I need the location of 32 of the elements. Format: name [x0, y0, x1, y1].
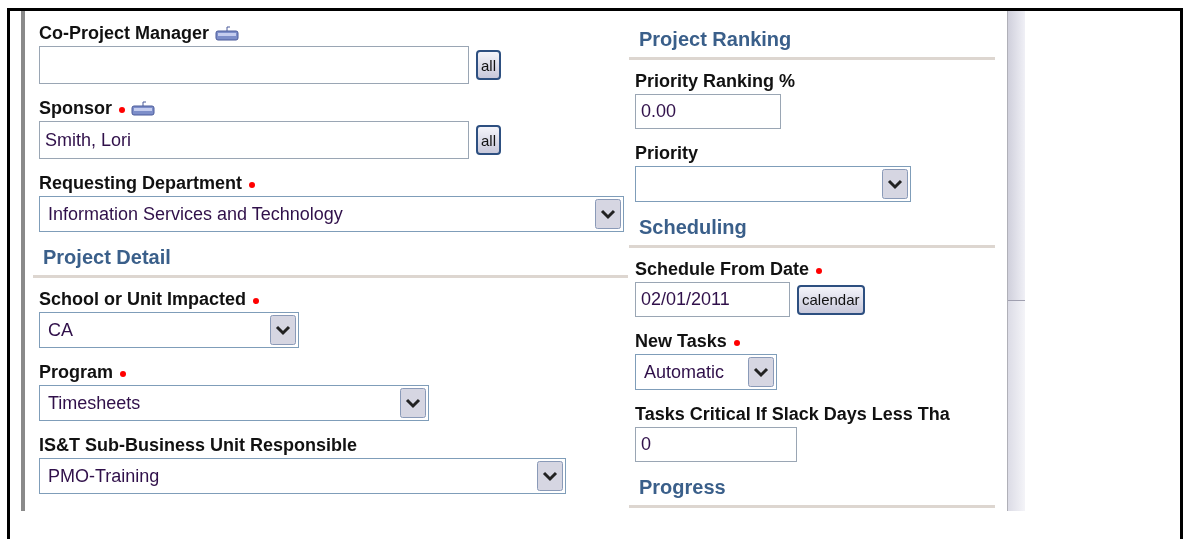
dropdown[interactable]: Timesheets: [39, 385, 429, 421]
all-button[interactable]: all: [476, 50, 501, 80]
field-label: IS&T Sub-Business Unit Responsible: [39, 434, 358, 456]
dropdown[interactable]: Information Services and Technology: [39, 196, 624, 232]
section-heading: Project Ranking: [638, 27, 793, 51]
input-field[interactable]: Smith, Lori: [39, 121, 469, 159]
input-field[interactable]: 0.00: [635, 94, 781, 129]
dropdown[interactable]: PMO-Training: [39, 458, 566, 494]
field-label: Tasks Critical If Slack Days Less Tha: [635, 403, 950, 425]
field-label: Sponsor: [39, 97, 112, 119]
section-heading: Project Detail: [42, 245, 172, 269]
input-field[interactable]: [39, 46, 469, 84]
field-label: Program: [39, 361, 114, 383]
input-field[interactable]: 02/01/2011: [635, 282, 790, 317]
keyboard-icon[interactable]: [131, 100, 155, 116]
scrollbar-thumb[interactable]: [1008, 11, 1025, 301]
all-button[interactable]: all: [476, 125, 501, 155]
input-field[interactable]: 0: [635, 427, 797, 462]
dropdown[interactable]: CA: [39, 312, 299, 348]
field-label: Requesting Department: [39, 172, 243, 194]
dropdown[interactable]: Automatic: [635, 354, 777, 390]
field-label: New Tasks: [635, 330, 727, 352]
field-label: Co-Project Manager: [39, 22, 210, 44]
field-label: Priority: [635, 142, 699, 164]
keyboard-icon[interactable]: [215, 25, 240, 41]
field-label: School or Unit Impacted: [39, 288, 247, 310]
section-heading: Scheduling: [638, 215, 748, 239]
field-label: Schedule From Date: [635, 258, 810, 280]
calendar-button[interactable]: calendar: [797, 284, 865, 315]
scrollbar[interactable]: [1007, 11, 1025, 511]
section-heading: Progress: [638, 475, 727, 499]
field-label: Priority Ranking %: [635, 70, 796, 92]
